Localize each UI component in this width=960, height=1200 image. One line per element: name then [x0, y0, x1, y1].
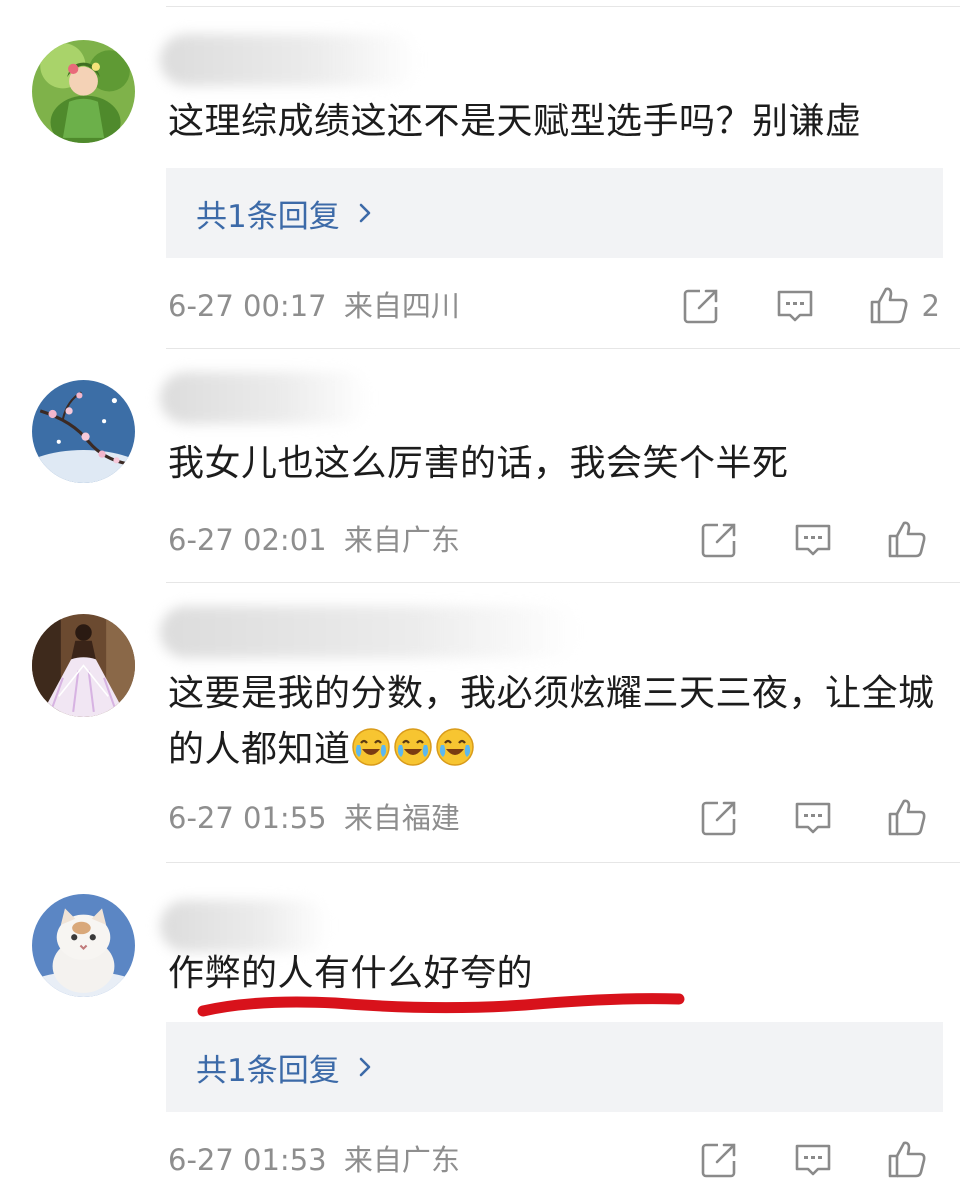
thumbs-up-icon — [888, 1141, 926, 1178]
like-button[interactable] — [886, 1139, 940, 1181]
view-replies-link[interactable]: 共1条回复 — [196, 191, 376, 236]
comment-meta: 6-27 02:01 来自广东 — [168, 520, 460, 560]
comment-location: 来自广东 — [343, 523, 460, 557]
comment-meta: 6-27 01:55 来自福建 — [168, 798, 460, 838]
divider — [166, 6, 960, 7]
comment-button[interactable] — [792, 519, 834, 561]
comment-location: 来自福建 — [343, 801, 460, 835]
comment-time: 6-27 02:01 — [168, 523, 327, 557]
plum-blossom-avatar — [32, 380, 135, 483]
girl-in-green-avatar — [32, 40, 135, 143]
comment-icon — [795, 524, 831, 556]
comment-text: 这理综成绩这还不是天赋型选手吗？别谦虚 — [168, 101, 862, 142]
comment-meta: 6-27 01:53 来自广东 — [168, 1140, 460, 1180]
chevron-right-icon — [359, 203, 371, 223]
reply-box[interactable]: 共1条回复 — [166, 168, 943, 258]
comment-button[interactable] — [792, 797, 834, 839]
chevron-right-icon — [359, 1057, 371, 1077]
crying-laughing-emoji — [393, 727, 433, 767]
divider — [166, 348, 960, 349]
comment-icon — [795, 802, 831, 834]
comment-button[interactable] — [792, 1139, 834, 1181]
avatar[interactable] — [32, 40, 135, 143]
share-icon — [701, 801, 736, 836]
comment-location: 来自广东 — [343, 1143, 460, 1177]
comment-icon — [795, 1144, 831, 1176]
like-button[interactable] — [886, 519, 940, 561]
share-button[interactable] — [698, 1139, 740, 1181]
username[interactable] — [160, 900, 330, 952]
avatar[interactable] — [32, 894, 135, 997]
action-bar — [646, 1136, 940, 1184]
reply-box[interactable]: 共1条回复 — [166, 1022, 943, 1112]
avatar[interactable] — [32, 614, 135, 717]
thumbs-up-icon — [888, 521, 926, 558]
reply-count-label: 共1条回复 — [196, 1052, 340, 1089]
like-count: 2 — [921, 289, 940, 323]
comment-time: 6-27 00:17 — [168, 289, 327, 323]
share-icon — [701, 1143, 736, 1178]
comment-time: 6-27 01:53 — [168, 1143, 327, 1177]
like-button[interactable]: 2 — [868, 285, 940, 327]
comment-icon — [777, 290, 812, 322]
comment-location: 来自四川 — [343, 289, 460, 323]
share-button[interactable] — [698, 797, 740, 839]
crying-laughing-emoji — [435, 727, 475, 767]
thumbs-up-icon — [888, 799, 926, 836]
red-annotation-underline — [197, 993, 685, 1017]
thumbs-up-icon — [870, 287, 908, 324]
reply-count-label: 共1条回复 — [196, 198, 340, 235]
comment-meta: 6-27 00:17 来自四川 — [168, 286, 460, 326]
comment-time: 6-27 01:55 — [168, 801, 327, 835]
share-icon — [701, 523, 736, 558]
action-bar: 2 — [628, 282, 940, 330]
avatar[interactable] — [32, 380, 135, 483]
crying-laughing-emoji — [351, 727, 391, 767]
action-bar — [646, 794, 940, 842]
username[interactable] — [160, 34, 420, 86]
divider — [166, 862, 960, 863]
share-button[interactable] — [698, 519, 740, 561]
comment-text-body: 这要是我的分数，我必须炫耀三天三夜，让全城的人都知道 — [168, 673, 935, 770]
username[interactable] — [160, 606, 580, 658]
white-cat-avatar — [32, 894, 135, 997]
view-replies-link[interactable]: 共1条回复 — [196, 1045, 376, 1090]
woman-in-gown-avatar — [32, 614, 135, 717]
comment-text: 这要是我的分数，我必须炫耀三天三夜，让全城的人都知道 — [168, 666, 942, 778]
comment-button[interactable] — [774, 285, 816, 327]
share-button[interactable] — [680, 285, 722, 327]
share-icon — [683, 289, 717, 324]
like-button[interactable] — [886, 797, 940, 839]
action-bar — [646, 516, 940, 564]
username[interactable] — [160, 372, 370, 424]
divider — [166, 582, 960, 583]
comment-text: 我女儿也这么厉害的话，我会笑个半死 — [168, 443, 789, 484]
